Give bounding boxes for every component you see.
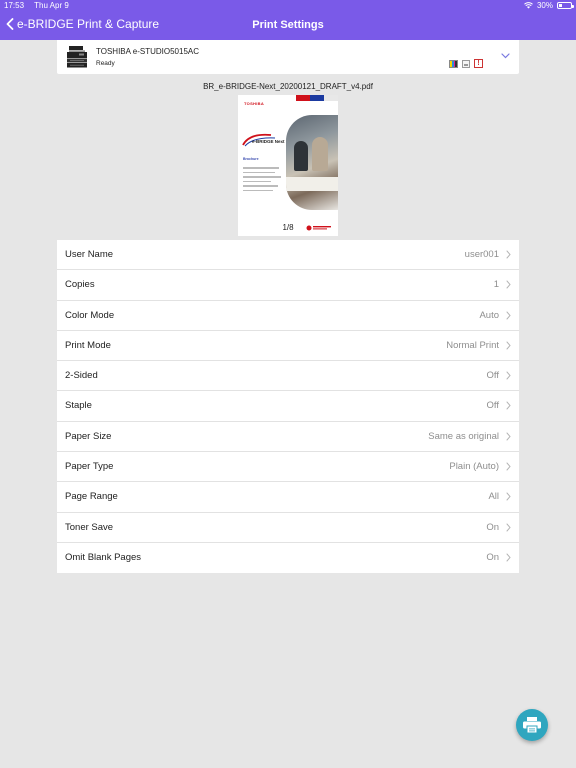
setting-label: Paper Size xyxy=(65,430,112,442)
setting-row-paper-type[interactable]: Paper Type Plain (Auto) xyxy=(57,452,519,483)
toner-bar xyxy=(455,60,457,67)
supplies-status: ! xyxy=(449,59,483,68)
setting-label: Toner Save xyxy=(65,521,114,533)
setting-row-paper-size[interactable]: Paper Size Same as original xyxy=(57,422,519,453)
setting-label: Color Mode xyxy=(65,309,115,321)
setting-row-user-name[interactable]: User Name user001 xyxy=(57,240,519,271)
setting-value: Normal Print xyxy=(446,339,499,351)
status-right: 30% xyxy=(524,1,574,10)
setting-value: 1 xyxy=(493,279,499,291)
chevron-right-icon xyxy=(506,311,511,320)
page-title: Print Settings xyxy=(252,19,324,31)
chevron-right-icon xyxy=(506,341,511,350)
battery-icon xyxy=(557,2,574,9)
setting-label: Omit Blank Pages xyxy=(65,551,142,563)
status-time: 17:53 xyxy=(4,1,25,10)
printer-icon xyxy=(523,717,541,733)
setting-row-print-mode[interactable]: Print Mode Normal Print xyxy=(57,331,519,362)
chevron-right-icon xyxy=(506,280,511,289)
setting-row-2-sided[interactable]: 2-Sided Off xyxy=(57,361,519,392)
printer-name: TOSHIBA e-STUDIO5015AC xyxy=(96,47,199,56)
setting-value: Plain (Auto) xyxy=(449,461,499,473)
chevron-right-icon xyxy=(506,432,511,441)
print-button[interactable] xyxy=(516,709,548,741)
chevron-right-icon xyxy=(506,401,511,410)
preview-brand: e-BRIDGE Next xyxy=(252,139,285,144)
setting-label: Copies xyxy=(65,279,95,291)
setting-row-staple[interactable]: Staple Off xyxy=(57,391,519,422)
document-file-name: BR_e-BRIDGE-Next_20200121_DRAFT_v4.pdf xyxy=(203,82,373,91)
chevron-right-icon xyxy=(506,371,511,380)
wifi-icon xyxy=(524,2,533,9)
status-date: Thu Apr 9 xyxy=(34,1,69,10)
setting-value: Off xyxy=(486,400,500,412)
setting-row-page-range[interactable]: Page Range All xyxy=(57,482,519,513)
setting-label: Paper Type xyxy=(65,461,114,473)
setting-value: Off xyxy=(486,370,500,382)
printer-device-icon xyxy=(67,46,87,68)
setting-label: Page Range xyxy=(65,491,118,503)
chevron-down-icon[interactable] xyxy=(501,53,510,59)
alert-icon: ! xyxy=(474,59,483,68)
chevron-right-icon xyxy=(506,523,511,532)
settings-list: User Name user001 Copies 1 Color Mode Auto Pri… xyxy=(57,240,519,574)
setting-value: On xyxy=(486,521,499,533)
setting-value: On xyxy=(486,551,499,563)
preview-footer-logo-icon xyxy=(306,225,331,231)
setting-row-omit-blank-pages[interactable]: Omit Blank Pages On xyxy=(57,543,519,573)
setting-value: All xyxy=(488,491,499,503)
preview-photo xyxy=(286,115,338,210)
chevron-right-icon xyxy=(506,492,511,501)
setting-value: user001 xyxy=(464,249,499,260)
setting-label: User Name xyxy=(65,249,114,260)
printer-selector[interactable]: TOSHIBA e-STUDIO5015AC Ready ! xyxy=(57,40,519,74)
page-indicator: 1/8 xyxy=(273,222,303,233)
setting-label: Staple xyxy=(65,400,92,412)
preview-logo: TOSHIBA xyxy=(244,101,265,106)
setting-label: 2-Sided xyxy=(65,370,98,382)
chevron-right-icon xyxy=(506,553,511,562)
battery-percent: 30% xyxy=(536,1,553,10)
toner-level-icon xyxy=(449,59,458,68)
setting-value: Same as original xyxy=(428,430,499,442)
preview-color-stripe xyxy=(296,95,338,101)
chevron-right-icon xyxy=(506,250,511,259)
paper-tray-icon xyxy=(462,59,470,68)
printer-status: Ready xyxy=(96,60,115,67)
setting-row-color-mode[interactable]: Color Mode Auto xyxy=(57,301,519,331)
chevron-right-icon xyxy=(506,462,511,471)
status-bar: 17:53 Thu Apr 9 30% xyxy=(0,0,576,12)
preview-subtitle: Brochure xyxy=(243,157,259,161)
setting-row-copies[interactable]: Copies 1 xyxy=(57,270,519,301)
nav-header: 17:53 Thu Apr 9 30% e-BRIDGE Print & Cap… xyxy=(0,0,576,40)
setting-row-toner-save[interactable]: Toner Save On xyxy=(57,513,519,543)
document-preview[interactable]: TOSHIBA e-BRIDGE Next Brochure 1/8 xyxy=(238,95,338,236)
setting-value: Auto xyxy=(479,309,499,321)
battery-fill xyxy=(559,4,563,7)
status-left: 17:53 Thu Apr 9 xyxy=(4,1,77,10)
setting-label: Print Mode xyxy=(65,339,111,351)
preview-text-lines xyxy=(243,167,283,194)
